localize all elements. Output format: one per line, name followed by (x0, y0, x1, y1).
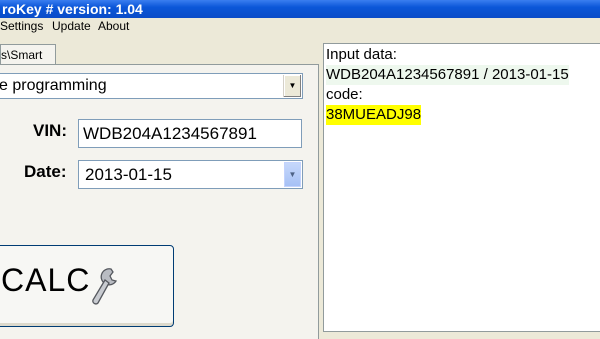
menu-settings[interactable]: Settings (0, 18, 43, 35)
date-dropdown-button[interactable]: ▼ (284, 162, 301, 187)
vin-field-value: WDB204A1234567891 (83, 124, 257, 143)
mode-select-value: e programming (0, 77, 107, 94)
input-data-value: WDB204A1234567891 / 2013-01-15 (326, 65, 569, 85)
mode-dropdown-button[interactable]: ▼ (283, 75, 301, 97)
chevron-down-icon: ▼ (288, 170, 297, 179)
wrench-icon (92, 268, 118, 305)
mode-select[interactable]: e programming ▼ (0, 73, 303, 99)
window-title: roKey # version: 1.04 (2, 1, 143, 17)
code-value: 38MUEADJ98 (326, 105, 422, 125)
menu-update[interactable]: Update (52, 18, 91, 35)
date-select-value: 2013-01-15 (85, 165, 172, 184)
code-label: code: (326, 86, 363, 103)
tab-label: s\Smart (1, 48, 43, 62)
tab-smart[interactable]: s\Smart (0, 44, 56, 65)
date-select[interactable]: 2013-01-15 ▼ (78, 160, 303, 189)
vin-label: VIN: (33, 121, 67, 140)
menu-about[interactable]: About (98, 18, 129, 35)
calc-button[interactable]: CALC (0, 245, 174, 327)
menu-bar: Settings Update About (0, 18, 600, 35)
date-label: Date: (24, 162, 67, 181)
output-panel: Input data: WDB204A1234567891 / 2013-01-… (323, 43, 600, 332)
title-bar: roKey # version: 1.04 (0, 0, 600, 18)
calc-button-label: CALC (1, 262, 91, 298)
vin-field[interactable]: WDB204A1234567891 (78, 119, 302, 148)
input-data-label: Input data: (326, 46, 397, 63)
chevron-down-icon: ▼ (288, 81, 297, 90)
